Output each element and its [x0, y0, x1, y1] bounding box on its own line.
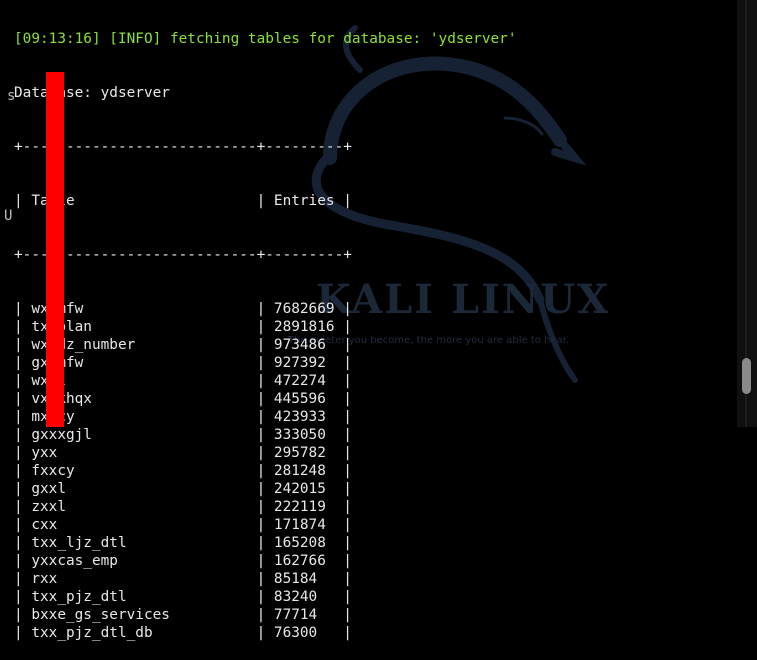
table-name-cell: txx_pjz_dtl	[31, 589, 127, 605]
info-log-line: [09:13:16] [INFO] fetching tables for da…	[14, 31, 517, 47]
table-row: | yxx | 295782 |	[14, 445, 352, 461]
table-name-cell: gxxmfw	[31, 354, 256, 372]
table-row: | mxxcy| 423933|	[14, 408, 352, 426]
table-row: | gxxmfw| 927392|	[14, 354, 352, 372]
terminal-output[interactable]: [09:13:16] [INFO] fetching tables for da…	[14, 0, 517, 660]
table-header-row: | Table| Entries|	[14, 192, 352, 210]
database-label: Database: ydserver	[14, 85, 170, 101]
scrollbar-thumb[interactable]	[742, 358, 751, 394]
redaction-bar	[46, 72, 64, 427]
table-row: | wxxmfw| 7682669|	[14, 300, 352, 318]
scrollbar[interactable]	[737, 0, 757, 427]
entries-cell: 162766	[273, 553, 326, 569]
table-row: | txx_pjz_dtl_db | 76300 |	[14, 625, 352, 641]
entries-cell: 423933	[273, 409, 326, 425]
table-row: | txx_ljz_dtl | 165208 |	[14, 535, 352, 551]
table-row: | txxplan| 2891816|	[14, 318, 352, 336]
entries-cell: 333050	[273, 427, 326, 443]
entries-cell: 2891816	[273, 319, 335, 335]
table-row: | bxxe_gs_services | 77714 |	[14, 607, 352, 623]
table-row: | fxxcy | 281248 |	[14, 463, 352, 479]
entries-cell: 76300	[273, 625, 318, 641]
table-name-cell: zxxl	[31, 499, 66, 515]
table-row: | txx_pjz_dtl | 83240 |	[14, 589, 352, 605]
table-row: | yxxcas_emp | 162766 |	[14, 553, 352, 569]
entries-cell: 85184	[273, 571, 318, 587]
entries-cell: 472274	[273, 373, 326, 389]
table-name-cell: bxxe_gs_services	[31, 607, 170, 623]
column-header-table: Table	[31, 192, 256, 210]
table-row: | gxxxgjl | 333050 |	[14, 427, 352, 443]
edge-glyph-u: U	[4, 208, 13, 224]
entries-cell: 295782	[273, 445, 326, 461]
table-name-cell: wxxmfw	[31, 300, 256, 318]
table-name-cell: vxxkhqx	[31, 390, 256, 408]
entries-cell: 165208	[273, 535, 326, 551]
column-header-entries: Entries	[273, 193, 335, 209]
table-row: | vxxkhqx| 445596|	[14, 390, 352, 408]
table-name-cell: txx_pjz_dtl_db	[31, 625, 153, 641]
table-name-cell: rxx	[31, 571, 58, 587]
table-name-cell: cxx	[31, 517, 58, 533]
entries-cell: 281248	[273, 463, 326, 479]
entries-cell: 445596	[273, 391, 326, 407]
table-border-mid: +---------------------------+---------+	[14, 247, 352, 263]
table-border-top: +---------------------------+---------+	[14, 139, 352, 155]
table-row: | gxxl | 242015 |	[14, 481, 352, 497]
table-name-cell: txxplan	[31, 318, 256, 336]
table-name-cell: gxxxgjl	[31, 427, 92, 443]
entries-cell: 927392	[273, 355, 326, 371]
table-name-cell: yxx	[31, 445, 58, 461]
table-name-cell: wxxdz_number	[31, 337, 136, 353]
table-name-cell: mxxcy	[31, 408, 256, 426]
entries-cell: 171874	[273, 517, 326, 533]
table-name-cell: txx_ljz_dtl	[31, 535, 127, 551]
table-row: | cxx | 171874 |	[14, 517, 352, 533]
entries-cell: 7682669	[273, 301, 335, 317]
table-name-cell: fxxcy	[31, 463, 75, 479]
table-name-cell: yxxcas_emp	[31, 553, 118, 569]
table-row: | rxx | 85184 |	[14, 571, 352, 587]
entries-cell: 242015	[273, 481, 326, 497]
table-name-cell: wxxl	[31, 372, 256, 390]
table-name-cell: gxxl	[31, 481, 66, 497]
entries-cell: 973486	[273, 337, 326, 353]
table-row: | zxxl | 222119 |	[14, 499, 352, 515]
table-row: | wxxl| 472274|	[14, 372, 352, 390]
entries-cell: 77714	[273, 607, 318, 623]
entries-cell: 222119	[273, 499, 326, 515]
table-row: | wxxdz_number | 973486 |	[14, 337, 352, 353]
entries-cell: 83240	[273, 589, 318, 605]
